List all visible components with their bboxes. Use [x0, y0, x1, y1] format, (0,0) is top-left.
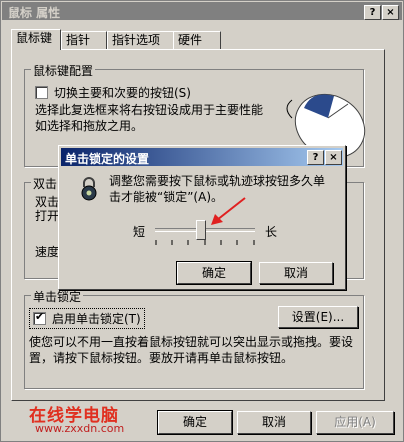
- clicklock-desc-line-2: 置，请按下鼠标按钮。要放开请再单击鼠标按钮。: [29, 351, 294, 365]
- double-click-line-2: 打开: [35, 209, 60, 223]
- double-click-text: 双击 打开: [35, 195, 59, 223]
- watermark-url: www.zxxdn.com: [35, 422, 125, 435]
- red-arrow-icon: [211, 197, 246, 225]
- close-button[interactable]: ×: [382, 5, 399, 20]
- settings-button[interactable]: 设置(E)...: [278, 306, 358, 328]
- checkbox-box[interactable]: ✔: [33, 310, 46, 325]
- clicklock-settings-dialog: 单击锁定的设置 ? × 调整您需要按下鼠标或轨迹球按钮多久单 击才能被“锁定”(…: [58, 145, 346, 290]
- enable-clicklock-checkbox[interactable]: ✔ 启用单击锁定(T): [29, 308, 145, 329]
- desc-line-2: 如选择和拖放之用。: [35, 119, 144, 133]
- button-config-description: 选择此复选框来将右按钮设成用于主要性能 如选择和拖放之用。: [35, 102, 263, 134]
- dialog-ok-button[interactable]: 确定: [176, 261, 252, 285]
- clicklock-description: 使您可以不用一直按着鼠标按钮就可以突出显示或拖拽。要设 置，请按下鼠标按钮。要放…: [29, 334, 353, 366]
- dialog-text-line-1: 调整您需要按下鼠标或轨迹球按钮多久单: [109, 174, 326, 188]
- tab-pointers[interactable]: 指针: [61, 31, 107, 49]
- slider-thumb[interactable]: [196, 220, 206, 240]
- window-title: 鼠标 属性: [8, 6, 61, 20]
- button-config-label: 鼠标键配置: [31, 62, 96, 79]
- short-label: 短: [133, 225, 146, 239]
- switch-buttons-checkbox[interactable]: 切换主要和次要的按钮(S): [35, 84, 191, 101]
- clicklock-group: 单击锁定 ✔ 启用单击锁定(T) 设置(E)... 使您可以不用一直按着鼠标按钮就…: [24, 288, 364, 389]
- title-bar: 鼠标 属性 ? ×: [2, 2, 402, 20]
- lock-icon: [81, 177, 97, 201]
- slider-ticks: [155, 240, 255, 245]
- dialog-close-button[interactable]: ×: [325, 150, 342, 165]
- dialog-help-button[interactable]: ?: [307, 150, 324, 165]
- ok-button[interactable]: 确定: [157, 410, 233, 435]
- desc-line-1: 选择此复选框来将右按钮设成用于主要性能: [35, 103, 264, 117]
- tab-buttons[interactable]: 鼠标键: [11, 29, 61, 50]
- cancel-button[interactable]: 取消: [237, 411, 311, 434]
- switch-buttons-label: 切换主要和次要的按钮(S): [54, 86, 191, 100]
- long-label: 长: [265, 225, 278, 239]
- enable-clicklock-label: 启用单击锁定(T): [52, 312, 141, 326]
- help-button[interactable]: ?: [364, 5, 381, 20]
- check-mark-icon: ✔: [35, 310, 45, 323]
- double-click-label: 双击: [31, 175, 60, 192]
- dialog-cancel-button[interactable]: 取消: [259, 262, 333, 284]
- clicklock-label: 单击锁定: [31, 288, 84, 305]
- tab-pointer-options[interactable]: 指针选项: [107, 31, 177, 49]
- clicklock-desc-line-1: 使您可以不用一直按着鼠标按钮就可以突出显示或拖拽。要设: [29, 335, 354, 349]
- dialog-title: 单击锁定的设置: [65, 152, 150, 166]
- apply-button[interactable]: 应用(A): [316, 411, 394, 434]
- speed-label: 速度: [35, 245, 60, 259]
- tab-hardware[interactable]: 硬件: [173, 31, 221, 49]
- checkbox-box[interactable]: [35, 86, 48, 99]
- dialog-title-bar: 单击锁定的设置 ? ×: [61, 148, 343, 166]
- double-click-line-1: 双击: [35, 195, 60, 209]
